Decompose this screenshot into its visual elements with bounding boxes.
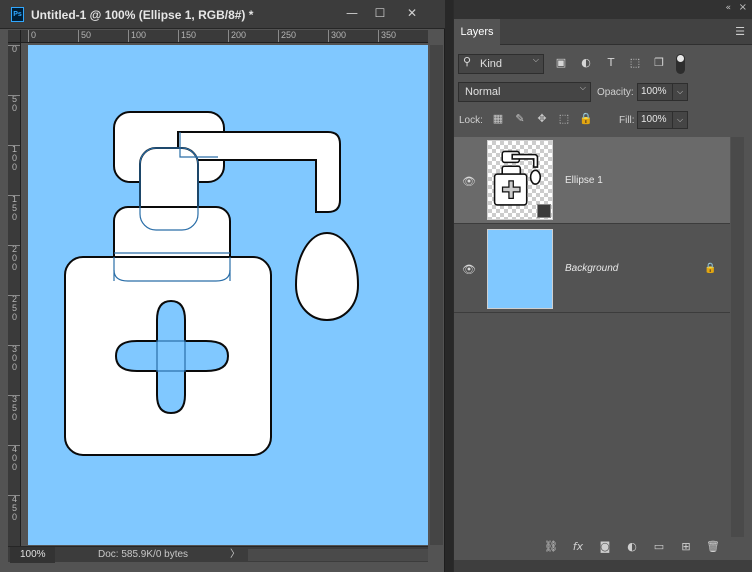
search-icon: ⚲	[463, 55, 472, 68]
status-menu-arrow[interactable]: 〉	[230, 547, 240, 562]
panel-menu-icon[interactable]: ☰	[735, 25, 745, 38]
ruler-v-tick: 50	[8, 95, 20, 113]
ruler-h-tick: 150	[178, 30, 196, 42]
panel-tabbar: Layers ☰	[454, 19, 752, 45]
zoom-level-field[interactable]: 100%	[10, 547, 55, 563]
ruler-h-tick: 200	[228, 30, 246, 42]
link-icon[interactable]: ⛓	[543, 539, 559, 555]
smartobject-filter-icon[interactable]: ❐	[652, 56, 666, 70]
ruler-h-tick: 100	[128, 30, 146, 42]
ruler-v-tick: 350	[8, 395, 20, 422]
ruler-v-tick: 250	[8, 295, 20, 322]
document-window: Ps Untitled-1 @ 100% (Ellipse 1, RGB/8#)…	[0, 0, 445, 572]
lock-artboard-icon[interactable]: ⬚	[557, 112, 571, 126]
shape-filter-icon[interactable]: ⬚	[628, 56, 642, 70]
ruler-h-tick: 250	[278, 30, 296, 42]
kind-label: Kind	[480, 58, 503, 70]
canvas-vertical-scrollbar[interactable]	[430, 45, 443, 545]
layer-filter-kind-select[interactable]: ⚲ Kind ⌵	[458, 54, 544, 74]
horizontal-ruler[interactable]: 0 50 100 150 200 250 300 350	[8, 30, 428, 43]
opacity-label: Opacity:	[597, 87, 634, 98]
layers-panel: « × Layers ☰ ⚲ Kind ⌵ ▣ ◐ T ⬚ ❐ Normal ⌵…	[453, 0, 752, 572]
visibility-eye-icon[interactable]: 👁	[462, 264, 476, 276]
ruler-v-tick: 400	[8, 445, 20, 472]
layer-thumbnail	[487, 140, 553, 220]
maximize-button[interactable]: ☐	[368, 5, 392, 22]
blend-mode-value: Normal	[465, 86, 501, 98]
ruler-origin[interactable]	[8, 30, 21, 43]
trash-icon[interactable]: 🗑	[705, 539, 721, 555]
layer-name[interactable]: Background	[565, 263, 618, 274]
layers-bottom-toolbar: ⛓ fx ◙ ◐ ▭ ⊞ 🗑	[454, 537, 752, 557]
adjustment-icon[interactable]: ◐	[624, 539, 640, 555]
tab-layers[interactable]: Layers	[454, 19, 500, 45]
layer-name[interactable]: Ellipse 1	[565, 175, 603, 186]
fill-dropdown-button[interactable]: ⌵	[672, 111, 688, 129]
ruler-h-tick: 300	[328, 30, 346, 42]
ruler-v-tick: 100	[8, 145, 20, 172]
layer-thumbnail	[487, 229, 553, 309]
panel-resize-handle[interactable]	[454, 560, 752, 572]
lock-position-icon[interactable]: ✥	[535, 112, 549, 126]
ruler-h-tick: 50	[78, 30, 91, 42]
close-button[interactable]: ✕	[400, 5, 424, 22]
lock-transparent-icon[interactable]: ▦	[491, 112, 505, 126]
opacity-field[interactable]: 100%	[637, 83, 673, 101]
visibility-eye-icon[interactable]: 👁	[462, 176, 476, 188]
ps-app-icon: Ps	[11, 7, 24, 22]
fill-label: Fill:	[619, 115, 635, 126]
ruler-v-tick: 150	[8, 195, 20, 222]
vertical-ruler[interactable]: 0 50 100 150 200 250 300 350 400 450	[8, 43, 21, 546]
folder-icon[interactable]: ▭	[651, 539, 667, 555]
blend-mode-select[interactable]: Normal ⌵	[458, 82, 591, 102]
collapse-panels-icon[interactable]: «	[725, 3, 731, 13]
ruler-v-tick: 300	[8, 345, 20, 372]
soap-drop-shape	[294, 231, 360, 322]
ruler-v-tick: 200	[8, 245, 20, 272]
layer-row-ellipse-1[interactable]: 👁 Ellipse 1	[454, 137, 730, 224]
chevron-down-icon: ⌵	[532, 55, 539, 64]
chevron-down-icon: ⌵	[579, 83, 586, 92]
document-canvas[interactable]	[28, 45, 428, 545]
layers-scrollbar[interactable]	[731, 137, 744, 537]
type-filter-icon[interactable]: T	[604, 56, 618, 70]
mask-icon[interactable]: ◙	[597, 539, 613, 555]
lock-image-icon[interactable]: ✎	[513, 112, 527, 126]
sanitizer-artwork	[64, 111, 360, 456]
filter-toggle-switch[interactable]	[676, 54, 685, 74]
fill-field[interactable]: 100%	[637, 111, 673, 129]
opacity-dropdown-button[interactable]: ⌵	[672, 83, 688, 101]
canvas-horizontal-scrollbar[interactable]	[248, 549, 428, 561]
document-info: Doc: 585.9K/0 bytes	[98, 549, 189, 560]
adjustment-filter-icon[interactable]: ◐	[579, 56, 593, 70]
document-titlebar[interactable]: Ps Untitled-1 @ 100% (Ellipse 1, RGB/8#)…	[0, 0, 445, 29]
close-panel-icon[interactable]: ×	[739, 2, 747, 13]
lock-all-icon[interactable]: 🔒	[579, 112, 593, 126]
ruler-v-tick: 0	[8, 45, 20, 54]
document-title: Untitled-1 @ 100% (Ellipse 1, RGB/8#) *	[31, 8, 254, 22]
fx-icon[interactable]: fx	[570, 539, 586, 555]
panel-dock-header: « ×	[454, 0, 752, 19]
ruler-h-tick: 350	[378, 30, 396, 42]
lock-label: Lock:	[459, 115, 483, 126]
photoshop-window: Ps Untitled-1 @ 100% (Ellipse 1, RGB/8#)…	[0, 0, 752, 572]
ruler-v-tick: 450	[8, 495, 20, 522]
minimize-button[interactable]: —	[340, 5, 364, 22]
layer-lock-icon: 🔒	[704, 263, 717, 274]
image-filter-icon[interactable]: ▣	[554, 56, 568, 70]
ruler-h-tick: 0	[28, 30, 36, 42]
status-bar: 100% Doc: 585.9K/0 bytes 〉	[8, 546, 428, 563]
layer-row-background[interactable]: 👁 Background 🔒	[454, 225, 730, 313]
vector-mask-badge-icon	[537, 204, 551, 218]
new-layer-icon[interactable]: ⊞	[678, 539, 694, 555]
